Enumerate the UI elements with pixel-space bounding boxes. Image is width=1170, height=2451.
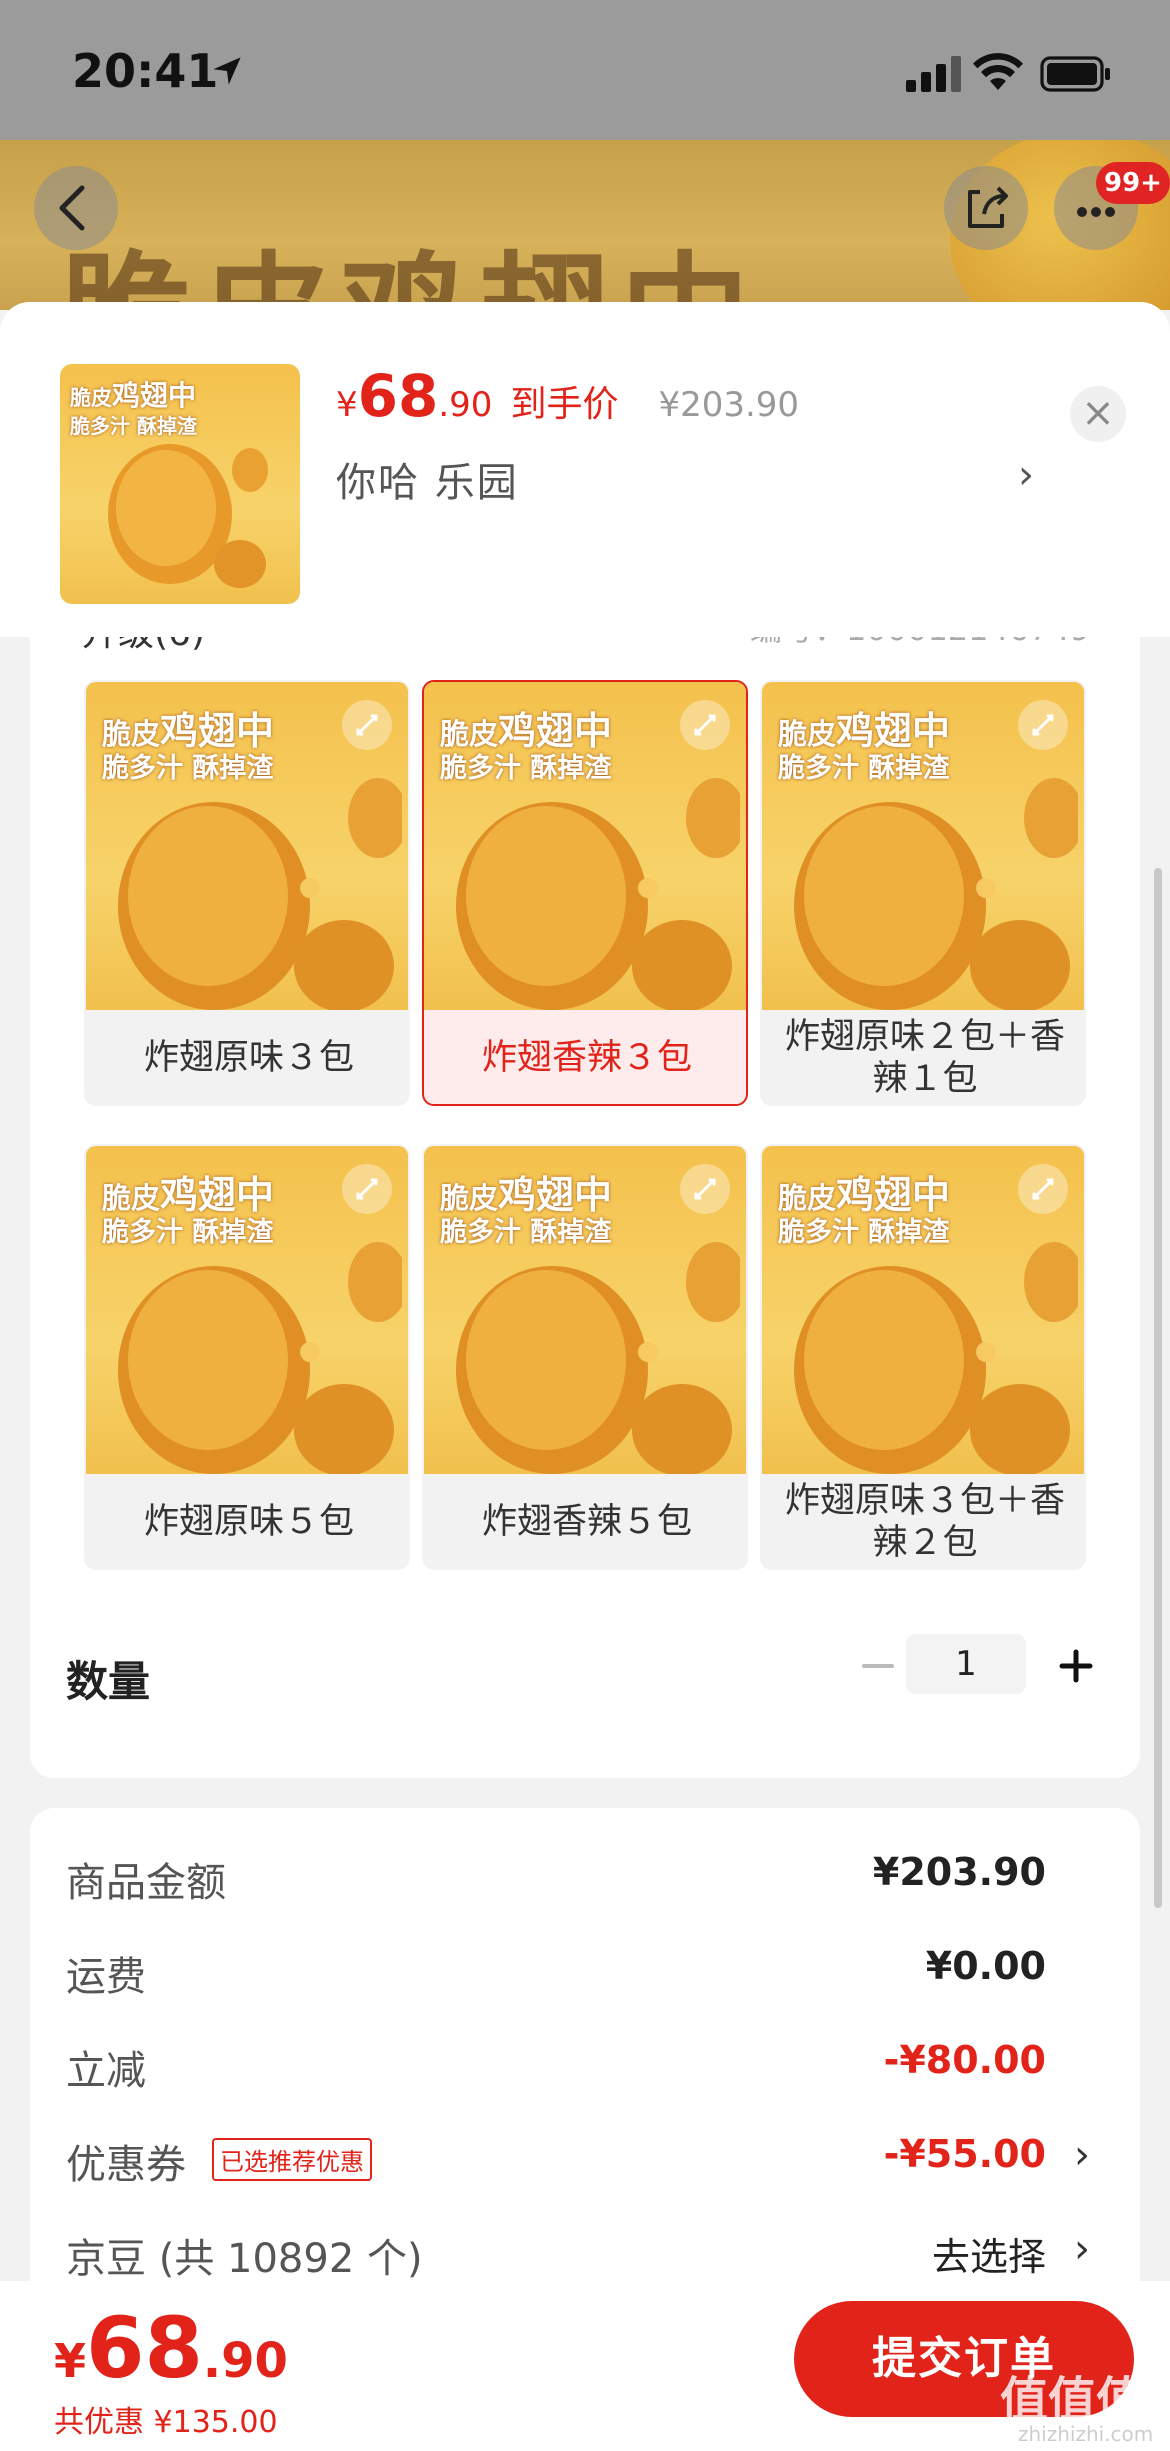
summary-label: 运费 xyxy=(66,1954,146,2000)
summary-row-shipping: 运费 ¥0.00 xyxy=(66,1944,1106,2004)
chevron-right-icon[interactable]: › xyxy=(1074,2226,1090,2272)
watermark: 值值值 xyxy=(1000,2372,1145,2428)
option-label: 炸翅原味５包 xyxy=(143,1502,354,1542)
notification-badge: 99+ xyxy=(1096,162,1170,204)
summary-label: 立减 xyxy=(66,2048,146,2094)
expand-icon[interactable] xyxy=(1018,1164,1068,1214)
option-label: 炸翅原味３包＋香辣２包 xyxy=(784,1481,1065,1563)
wifi-icon xyxy=(973,53,1023,90)
summary-row-jingdou[interactable]: 京豆 (共 10892 个) 去选择 › xyxy=(66,2226,1106,2286)
chicken-wing-image xyxy=(118,778,402,1010)
expand-icon[interactable] xyxy=(342,1164,392,1214)
quantity-input[interactable]: 1 xyxy=(906,1634,1026,1694)
price-decimal: .90 xyxy=(438,385,493,425)
sheet-header: 脆皮鸡翅中 脆多汁 酥掉渣 ¥ 68 .90 到手价 ¥203.90 你哈 乐园… xyxy=(0,302,1170,637)
option-image: 脆皮鸡翅中 脆多汁 酥掉渣 xyxy=(762,682,1084,1010)
option-label: 炸翅香辣５包 xyxy=(481,1502,692,1542)
spec-option[interactable]: 脆皮鸡翅中 脆多汁 酥掉渣 炸翅原味２包＋香辣１包 xyxy=(760,680,1086,1106)
option-label: 炸翅原味２包＋香辣１包 xyxy=(784,1017,1065,1099)
chevron-left-icon xyxy=(59,185,85,231)
summary-row-coupon[interactable]: 优惠券 已选推荐优惠 -¥55.00 › xyxy=(66,2132,1106,2192)
thumbnail-image: 脆皮鸡翅中 脆多汁 酥掉渣 xyxy=(60,364,300,604)
quantity-label: 数量 xyxy=(66,1657,151,1706)
chevron-right-icon[interactable]: › xyxy=(1074,2132,1090,2178)
expand-icon[interactable] xyxy=(680,1164,730,1214)
chicken-wing-image xyxy=(794,778,1078,1010)
summary-value: -¥55.00 xyxy=(883,2132,1046,2176)
price-integer: 68 xyxy=(357,362,439,430)
share-icon xyxy=(968,186,1008,228)
thumb-title: 脆皮鸡翅中 xyxy=(70,379,197,412)
final-price-tag: 到手价 xyxy=(510,384,619,425)
spec-option[interactable]: 脆皮鸡翅中 脆多汁 酥掉渣炸翅原味３包 xyxy=(84,680,410,1106)
summary-value: -¥80.00 xyxy=(883,2038,1046,2082)
close-button[interactable]: × xyxy=(1070,386,1126,442)
total-integer: 68 xyxy=(86,2299,203,2397)
chevron-right-icon[interactable]: › xyxy=(1018,452,1034,498)
summary-value: ¥203.90 xyxy=(872,1850,1046,1894)
status-bar: 20:41 xyxy=(0,0,1170,140)
status-time: 20:41 xyxy=(72,44,219,98)
cellular-signal-icon xyxy=(906,56,961,92)
option-image: 脆皮鸡翅中 脆多汁 酥掉渣 xyxy=(86,1146,408,1474)
summary-row-goods-amount: 商品金额 ¥203.90 xyxy=(66,1850,1106,1910)
spec-option[interactable]: 脆皮鸡翅中 脆多汁 酥掉渣炸翅香辣３包 xyxy=(422,680,748,1106)
summary-row-instant-discount: 立减 -¥80.00 xyxy=(66,2038,1106,2098)
total-price: ¥ 68 .90 xyxy=(54,2299,288,2397)
spec-option[interactable]: 脆皮鸡翅中 脆多汁 酥掉渣炸翅原味５包 xyxy=(84,1144,410,1570)
back-button[interactable] xyxy=(34,166,118,250)
option-image: 脆皮鸡翅中 脆多汁 酥掉渣 xyxy=(424,682,746,1010)
chicken-wing-image xyxy=(456,778,740,1010)
location-arrow-icon xyxy=(213,57,241,85)
summary-label: 京豆 (共 10892 个) xyxy=(66,2236,423,2282)
option-image: 脆皮鸡翅中 脆多汁 酥掉渣 xyxy=(424,1146,746,1474)
share-button[interactable] xyxy=(944,166,1028,250)
summary-label: 商品金额 xyxy=(66,1860,226,1906)
selected-variant[interactable]: 你哈 乐园 xyxy=(336,450,519,508)
chicken-wing-image xyxy=(794,1242,1078,1474)
original-price: ¥203.90 xyxy=(658,385,800,425)
option-label: 炸翅香辣３包 xyxy=(481,1038,692,1078)
expand-icon[interactable] xyxy=(680,700,730,750)
spec-option[interactable]: 脆皮鸡翅中 脆多汁 酥掉渣炸翅香辣５包 xyxy=(422,1144,748,1570)
chicken-wing-image xyxy=(118,1242,402,1474)
spec-selection-sheet: 脆皮鸡翅中 脆多汁 酥掉渣 ¥ 68 .90 到手价 ¥203.90 你哈 乐园… xyxy=(0,302,1170,2451)
spec-options-grid: 脆皮鸡翅中 脆多汁 酥掉渣 炸翅原味３包 脆皮鸡翅中 脆多汁 酥掉渣 炸翅香辣３包 脆皮鸡翅… xyxy=(84,680,1086,1570)
coupon-tag: 已选推荐优惠 xyxy=(212,2138,372,2181)
product-thumbnail[interactable]: 脆皮鸡翅中 脆多汁 酥掉渣 xyxy=(60,364,300,604)
hero-title-text: 脆皮鸡翅中 xyxy=(60,210,760,310)
scrollbar[interactable] xyxy=(1154,868,1162,1908)
total-currency: ¥ xyxy=(54,2334,87,2388)
price-row: ¥ 68 .90 到手价 ¥203.90 xyxy=(336,362,799,430)
quantity-decrease-button[interactable] xyxy=(848,1636,908,1696)
expand-icon[interactable] xyxy=(1018,700,1068,750)
summary-value: ¥0.00 xyxy=(925,1944,1046,1988)
summary-value[interactable]: 去选择 xyxy=(932,2226,1046,2281)
watermark-url: zhizhizhi.com xyxy=(1018,2422,1154,2446)
battery-icon xyxy=(1040,56,1110,92)
spec-card: 升级(6) 编号：100012146749 脆皮鸡翅中脆多汁 酥掉渣炸翅原味３包… xyxy=(30,610,1140,1778)
total-decimal: .90 xyxy=(202,2333,288,2389)
price-currency: ¥ xyxy=(336,385,358,425)
chicken-wing-image xyxy=(108,444,268,588)
option-label: 炸翅原味３包 xyxy=(143,1038,354,1078)
expand-icon[interactable] xyxy=(342,700,392,750)
quantity-increase-button[interactable] xyxy=(1046,1636,1106,1696)
checkout-bar: ¥ 68 .90 共优惠 ¥135.00 提交订单 xyxy=(0,2281,1170,2451)
total-saving: 共优惠 ¥135.00 xyxy=(54,2405,278,2440)
summary-label: 优惠券 xyxy=(66,2142,186,2188)
option-image: 脆皮鸡翅中 脆多汁 酥掉渣 xyxy=(86,682,408,1010)
chicken-wing-image xyxy=(456,1242,740,1474)
option-image: 脆皮鸡翅中 脆多汁 酥掉渣 xyxy=(762,1146,1084,1474)
spec-option[interactable]: 脆皮鸡翅中 脆多汁 酥掉渣 炸翅原味３包＋香辣２包 xyxy=(760,1144,1086,1570)
